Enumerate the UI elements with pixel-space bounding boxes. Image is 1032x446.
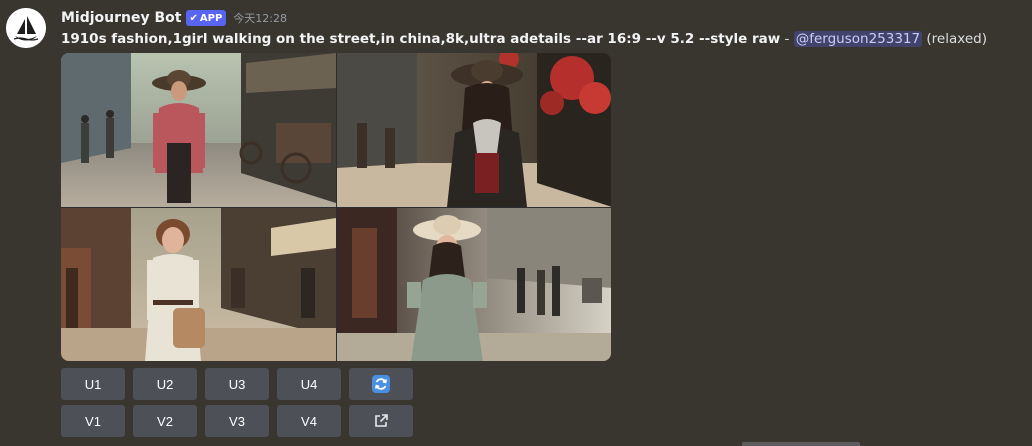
separator: - xyxy=(780,31,794,47)
u2-button[interactable]: U2 xyxy=(133,368,197,400)
image-tile-2[interactable] xyxy=(337,53,611,207)
author-name[interactable]: Midjourney Bot xyxy=(61,10,181,26)
image-tile-1[interactable] xyxy=(61,53,336,207)
v1-button[interactable]: V1 xyxy=(61,405,125,437)
image-tile-3[interactable] xyxy=(61,208,336,361)
app-badge: ✔ APP xyxy=(186,10,227,26)
user-mention[interactable]: @ferguson253317 xyxy=(793,31,923,47)
bot-avatar[interactable] xyxy=(6,8,46,48)
external-link-icon xyxy=(375,414,388,427)
message-content: 1910s fashion,1girl walking on the stree… xyxy=(61,30,987,48)
job-status: (relaxed) xyxy=(922,31,987,47)
v4-button[interactable]: V4 xyxy=(277,405,341,437)
badge-label: APP xyxy=(199,12,223,24)
variation-button-row: V1 V2 V3 V4 xyxy=(61,405,413,437)
v2-button[interactable]: V2 xyxy=(133,405,197,437)
u4-button[interactable]: U4 xyxy=(277,368,341,400)
upscale-button-row: U1 U2 U3 U4 xyxy=(61,368,413,400)
timestamp: 今天12:28 xyxy=(233,12,287,25)
checkmark-icon: ✔ xyxy=(189,12,198,24)
u3-button[interactable]: U3 xyxy=(205,368,269,400)
image-tile-4[interactable] xyxy=(337,208,611,361)
prompt-text: 1910s fashion,1girl walking on the stree… xyxy=(61,31,781,47)
scroll-indicator xyxy=(742,442,860,446)
reroll-button[interactable] xyxy=(349,368,413,400)
v3-button[interactable]: V3 xyxy=(205,405,269,437)
web-link-button[interactable] xyxy=(349,405,413,437)
u1-button[interactable]: U1 xyxy=(61,368,125,400)
image-grid[interactable] xyxy=(61,53,611,361)
refresh-icon xyxy=(372,375,390,393)
message-header: Midjourney Bot ✔ APP 今天12:28 xyxy=(61,9,287,27)
chat-message: Midjourney Bot ✔ APP 今天12:28 1910s fashi… xyxy=(0,0,1032,446)
